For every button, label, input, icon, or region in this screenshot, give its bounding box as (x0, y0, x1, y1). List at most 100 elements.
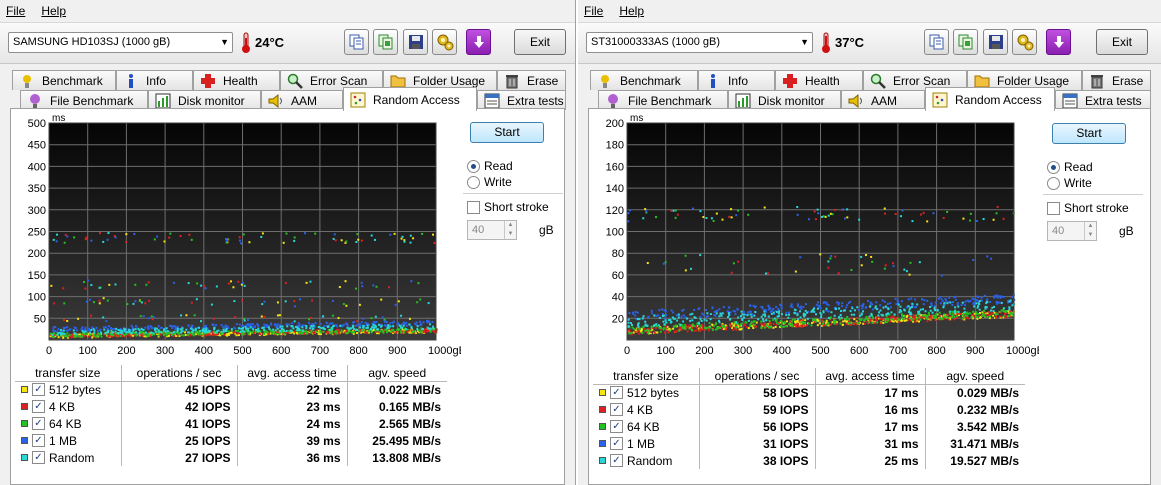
menu-file[interactable]: File (6, 4, 33, 18)
series-checkbox[interactable]: ✓ (610, 454, 623, 467)
tab-erase[interactable]: Erase (497, 70, 566, 90)
tab-aam[interactable]: AAM (841, 90, 925, 110)
exit-button[interactable]: Exit (514, 29, 566, 55)
series-checkbox[interactable]: ✓ (32, 434, 45, 447)
data-point (749, 304, 752, 307)
tab-random-access[interactable]: Random Access (343, 87, 477, 111)
data-point (168, 236, 171, 239)
tab-erase[interactable]: Erase (1082, 70, 1151, 90)
data-point (871, 303, 874, 306)
data-point (134, 300, 137, 303)
benchmark-icon (23, 74, 31, 88)
tab-random-access[interactable]: Random Access (925, 87, 1055, 111)
tab-disk-monitor[interactable]: Disk monitor (148, 90, 261, 110)
options-button[interactable] (432, 29, 457, 55)
data-point (362, 317, 365, 320)
data-point (995, 212, 998, 215)
tab-disk-monitor[interactable]: Disk monitor (728, 90, 841, 110)
copy-info-button[interactable] (373, 29, 398, 55)
save-button[interactable] (983, 29, 1008, 55)
tab-benchmark-label: Benchmark (620, 73, 681, 88)
drive-select[interactable]: ST31000333AS (1000 gB) ▼ (586, 32, 813, 53)
data-point (930, 302, 933, 305)
start-button[interactable]: Start (470, 122, 544, 143)
data-point (802, 313, 805, 316)
tab-health[interactable]: Health (193, 70, 280, 90)
data-point (125, 331, 128, 334)
data-point (1002, 310, 1005, 313)
series-checkbox[interactable]: ✓ (610, 420, 623, 433)
tab-extra-tests[interactable]: Extra tests (1055, 90, 1151, 110)
copy-text-button[interactable] (924, 29, 949, 55)
data-point (943, 315, 946, 318)
tab-extra-tests[interactable]: Extra tests (477, 90, 566, 110)
short-stroke-size-input[interactable]: 40 ▲ ▼ (467, 220, 517, 240)
menu-file[interactable]: File (584, 4, 611, 18)
tab-file-benchmark[interactable]: File Benchmark (20, 90, 148, 110)
exit-button[interactable]: Exit (1096, 29, 1148, 55)
data-point (329, 328, 332, 331)
data-point (785, 313, 788, 316)
data-point (299, 332, 302, 335)
tab-info[interactable]: Info (698, 70, 775, 90)
series-checkbox[interactable]: ✓ (610, 437, 623, 450)
data-point (419, 298, 422, 301)
tab-benchmark[interactable]: Benchmark (12, 70, 116, 90)
write-radio[interactable]: Write (467, 175, 512, 189)
save-button[interactable] (403, 29, 428, 55)
data-point (362, 324, 365, 327)
tab-row-top: Benchmark Info Health Error Scan Folder … (588, 70, 1151, 90)
short-stroke-size-input[interactable]: 40 ▲ ▼ (1047, 221, 1097, 241)
series-checkbox[interactable]: ✓ (610, 403, 623, 416)
data-point (292, 327, 295, 330)
data-point (682, 320, 685, 323)
data-point (234, 330, 237, 333)
start-button[interactable]: Start (1052, 123, 1126, 144)
tab-file-benchmark[interactable]: File Benchmark (598, 90, 728, 110)
tab-info-label: Info (146, 73, 167, 88)
tab-aam[interactable]: AAM (261, 90, 343, 110)
menu-help[interactable]: Help (619, 4, 652, 18)
disk-monitor-icon (155, 93, 171, 108)
data-point (102, 240, 105, 243)
copy-text-button[interactable] (344, 29, 369, 55)
series-checkbox[interactable]: ✓ (610, 386, 623, 400)
data-point (711, 328, 714, 331)
menu-help[interactable]: Help (41, 4, 74, 18)
data-point (256, 329, 259, 332)
y-tick-label: 20 (612, 313, 624, 325)
series-checkbox[interactable]: ✓ (32, 451, 45, 464)
data-point (864, 306, 867, 309)
read-radio[interactable]: Read (1047, 160, 1093, 174)
data-point (298, 325, 301, 328)
series-checkbox[interactable]: ✓ (32, 400, 45, 413)
write-radio[interactable]: Write (1047, 176, 1092, 190)
data-point (662, 262, 665, 265)
data-point (642, 325, 645, 328)
copy-info-button[interactable] (953, 29, 978, 55)
data-point (234, 316, 237, 319)
short-stroke-checkbox[interactable]: Short stroke (1047, 201, 1129, 215)
tab-info[interactable]: Info (116, 70, 193, 90)
col-operations: operations / sec (699, 368, 816, 385)
short-stroke-checkbox[interactable]: Short stroke (467, 200, 549, 214)
y-tick-label: 200 (606, 118, 624, 130)
data-point (298, 329, 301, 332)
data-point (721, 218, 724, 221)
data-point (774, 319, 777, 322)
drive-select[interactable]: SAMSUNG HD103SJ (1000 gB) ▼ (8, 32, 233, 53)
data-point (846, 216, 849, 219)
tab-benchmark[interactable]: Benchmark (590, 70, 698, 90)
data-point (842, 208, 845, 211)
data-point (364, 321, 367, 324)
series-checkbox[interactable]: ✓ (32, 383, 45, 397)
options-button[interactable] (1012, 29, 1037, 55)
data-point (421, 328, 424, 331)
data-point (405, 324, 408, 327)
series-checkbox[interactable]: ✓ (32, 417, 45, 430)
tab-health[interactable]: Health (775, 70, 863, 90)
download-button[interactable] (466, 29, 491, 55)
read-radio[interactable]: Read (467, 159, 513, 173)
data-point (198, 332, 201, 335)
download-button[interactable] (1046, 29, 1071, 55)
